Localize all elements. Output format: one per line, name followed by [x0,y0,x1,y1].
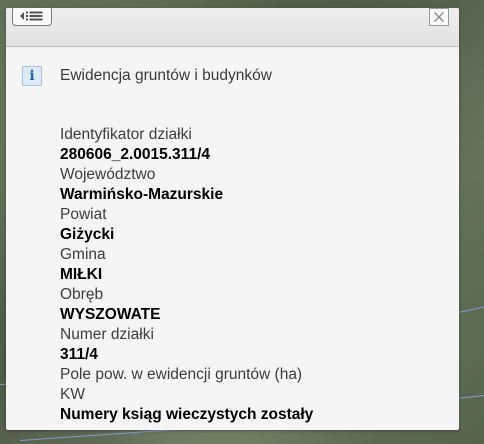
property-label-voivodeship: Województwo [60,166,156,183]
property-label-county: Powiat [60,206,107,223]
property-label-commune: Gmina [60,246,106,263]
section-header: i Ewidencja gruntów i budynków [22,65,445,87]
close-button[interactable] [429,8,449,26]
parcel-boundary-line [458,303,484,313]
close-icon [434,12,444,22]
property-value-county: Giżycki [60,226,115,243]
property-label-precinct: Obręb [60,286,104,303]
property-value-voivodeship: Warmińsko-Mazurskie [60,186,224,203]
panel-header [6,8,459,47]
list-menu-icon [20,11,43,21]
parcel-properties: Identyfikator działki 280606_2.0015.311/… [22,125,445,425]
property-label-land-register: KW [60,386,85,403]
info-icon: i [22,66,42,86]
property-value-parcel-number: 311/4 [60,346,98,363]
property-value-land-register: Numery ksiąg wieczystych zostały [60,406,314,423]
panel-body: i Ewidencja gruntów i budynków Identyfik… [6,47,459,425]
property-label-parcel-id: Identyfikator działki [60,126,192,143]
menu-button[interactable] [12,8,52,26]
property-value-commune: MIŁKI [60,266,103,283]
property-label-parcel-number: Numer działki [60,326,154,343]
parcel-boundary-line [456,393,484,399]
section-title: Ewidencja gruntów i budynków [60,67,272,84]
property-value-parcel-id: 280606_2.0015.311/4 [60,146,210,163]
feature-info-panel: i Ewidencja gruntów i budynków Identyfik… [6,8,459,430]
property-label-area: Pole pow. w ewidencji gruntów (ha) [60,366,303,383]
property-value-precinct: WYSZOWATE [60,306,161,323]
